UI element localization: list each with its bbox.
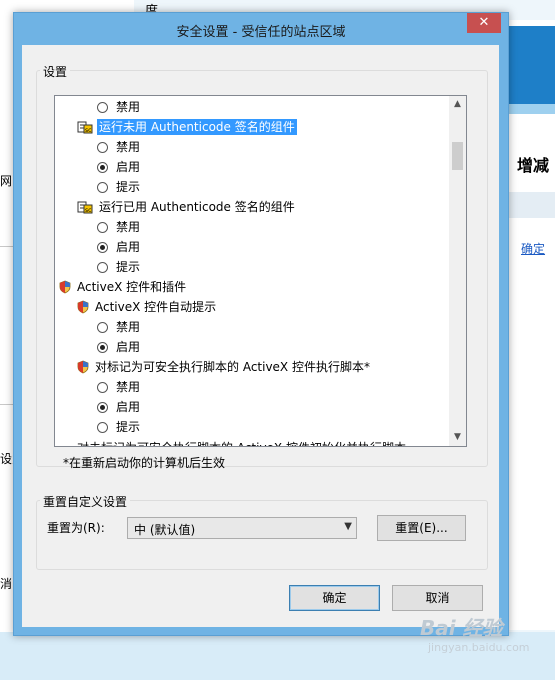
setting-category-header[interactable]: ActiveX 控件自动提示 (77, 297, 218, 317)
background-window-top (14, 0, 134, 12)
reset-button[interactable]: 重置(E)... (377, 515, 466, 541)
settings-tree-list[interactable]: 禁用 sc 运行未用 Authenticode 签名的组件 禁用 启用 提示 sc 运行已用 … (54, 95, 467, 447)
svg-text:sc: sc (85, 127, 91, 134)
setting-radio-option[interactable]: 启用 (97, 237, 142, 257)
chevron-down-icon: ▼ (454, 432, 461, 442)
setting-item-label: 提示 (116, 420, 141, 434)
setting-radio-option[interactable]: 启用 (97, 337, 142, 357)
background-banner-stripe (509, 104, 555, 114)
radio-unchecked-icon[interactable] (97, 222, 108, 233)
radio-checked-icon[interactable] (97, 342, 108, 353)
background-window-right: 增减 确定 (508, 20, 555, 630)
cancel-button[interactable]: 取消 (392, 585, 483, 611)
security-settings-dialog: 安全设置 - 受信任的站点区域 ✕ 设置 禁用 sc 运行未用 Authentico… (13, 12, 509, 636)
reset-to-label: 重置为(R): (47, 521, 105, 535)
scroll-down-button[interactable]: ▼ (449, 429, 466, 446)
setting-item-label: 启用 (116, 160, 141, 174)
setting-item-label: 启用 (116, 340, 141, 354)
radio-unchecked-icon[interactable] (97, 322, 108, 333)
radio-unchecked-icon[interactable] (97, 182, 108, 193)
reset-level-select[interactable]: 中 (默认值) ▼ (127, 517, 357, 539)
close-button[interactable]: ✕ (467, 13, 501, 33)
setting-category-header[interactable]: ActiveX 控件和插件 (59, 277, 188, 297)
ok-button[interactable]: 确定 (289, 585, 380, 611)
settings-group-label: 设置 (40, 63, 71, 80)
reset-level-value: 中 (默认值) (134, 523, 196, 537)
settings-tree-items: 禁用 sc 运行未用 Authenticode 签名的组件 禁用 启用 提示 sc 运行已用 … (55, 96, 449, 446)
script-component-icon: sc (77, 120, 93, 140)
chevron-up-icon: ▲ (454, 99, 461, 109)
setting-radio-option[interactable]: 禁用 (97, 137, 142, 157)
restart-note: *在重新启动你的计算机后生效 (63, 456, 226, 470)
setting-item-label: 提示 (116, 260, 141, 274)
setting-radio-option[interactable]: 提示 (97, 177, 142, 197)
watermark-logo: Bai 经验 jingyan.baidu.com (420, 612, 530, 654)
radio-unchecked-icon[interactable] (97, 262, 108, 273)
radio-unchecked-icon[interactable] (97, 422, 108, 433)
watermark-brand: Bai 经验 (420, 616, 503, 640)
vertical-scrollbar[interactable]: ▲ ▼ (449, 96, 466, 446)
radio-checked-icon[interactable] (97, 242, 108, 253)
background-left-fragment: 消 (0, 577, 13, 591)
background-left-fragment: 网 (0, 174, 13, 188)
dialog-title: 安全设置 - 受信任的站点区域 (176, 25, 346, 40)
setting-item-label: 禁用 (116, 100, 141, 114)
radio-unchecked-icon[interactable] (97, 102, 108, 113)
setting-item-label: 运行未用 Authenticode 签名的组件 (97, 119, 297, 135)
setting-radio-option[interactable]: 禁用 (97, 217, 142, 237)
background-band (509, 192, 555, 218)
radio-checked-icon[interactable] (97, 162, 108, 173)
setting-item-label: 运行已用 Authenticode 签名的组件 (99, 200, 295, 214)
setting-item-label: 启用 (116, 240, 141, 254)
security-shield-icon (77, 300, 89, 320)
security-shield-icon (59, 280, 71, 300)
setting-item-label: 启用 (116, 400, 141, 414)
dialog-titlebar[interactable]: 安全设置 - 受信任的站点区域 ✕ (14, 13, 508, 45)
setting-category-header[interactable]: sc 运行未用 Authenticode 签名的组件 (77, 117, 297, 137)
setting-item-label: ActiveX 控件和插件 (77, 280, 187, 294)
setting-radio-option[interactable]: 提示 (97, 417, 142, 437)
security-shield-icon (77, 360, 89, 380)
setting-radio-option[interactable]: 禁用 (97, 377, 142, 397)
setting-item-label: 提示 (116, 180, 141, 194)
scroll-thumb[interactable] (452, 142, 463, 170)
setting-item-label: 禁用 (116, 320, 141, 334)
reset-group-label: 重置自定义设置 (40, 493, 131, 510)
radio-unchecked-icon[interactable] (97, 142, 108, 153)
script-component-icon: sc (77, 200, 93, 220)
setting-item-label: 禁用 (116, 380, 141, 394)
setting-item-label: 禁用 (116, 140, 141, 154)
setting-item-label: 禁用 (116, 220, 141, 234)
background-confirm-link[interactable]: 确定 (521, 240, 545, 257)
radio-checked-icon[interactable] (97, 402, 108, 413)
setting-category-header[interactable]: sc 运行已用 Authenticode 签名的组件 (77, 197, 297, 217)
setting-radio-option[interactable]: 启用 (97, 157, 142, 177)
watermark-url: jingyan.baidu.com (428, 641, 530, 654)
chevron-down-icon: ▼ (344, 521, 352, 532)
setting-radio-option[interactable]: 提示 (97, 257, 142, 277)
background-left-divider (0, 404, 14, 405)
setting-category-header[interactable]: 对标记为可安全执行脚本的 ActiveX 控件执行脚本* (77, 357, 372, 377)
background-heading: 增减 (517, 156, 550, 175)
svg-text:sc: sc (85, 207, 91, 214)
setting-radio-option[interactable]: 启用 (97, 397, 142, 417)
dialog-client-area: 设置 禁用 sc 运行未用 Authenticode 签名的组件 禁用 启用 提示 sc 运行… (22, 45, 499, 627)
setting-radio-option[interactable]: 禁用 (97, 317, 142, 337)
scroll-up-button[interactable]: ▲ (449, 96, 466, 113)
close-icon: ✕ (478, 15, 490, 30)
setting-item-label: ActiveX 控件自动提示 (95, 300, 217, 314)
setting-item-label: 对标记为可安全执行脚本的 ActiveX 控件执行脚本* (95, 360, 370, 374)
radio-unchecked-icon[interactable] (97, 382, 108, 393)
background-banner (509, 26, 555, 104)
settings-item-cutoff: 对未标记为可安全执行脚本的 ActiveX 控件初始化并执行脚本 (77, 439, 406, 446)
background-left-divider (0, 246, 14, 247)
setting-radio-option[interactable]: 禁用 (97, 97, 142, 117)
